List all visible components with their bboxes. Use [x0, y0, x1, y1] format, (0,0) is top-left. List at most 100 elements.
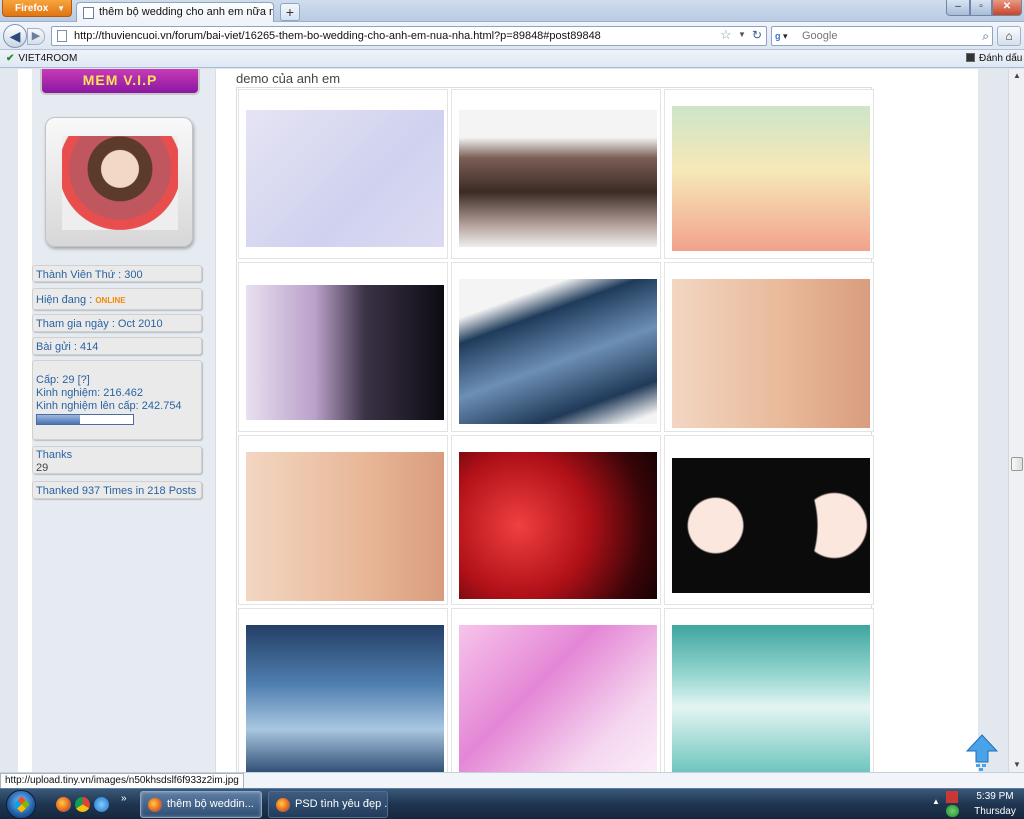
google-icon: g — [775, 31, 781, 41]
thanks-count: 29 — [36, 462, 49, 474]
online-badge: ONLINE — [95, 296, 126, 305]
taskbar-item-firefox-psd[interactable]: PSD tình yêu đẹp ... — [268, 791, 388, 818]
level-text[interactable]: Cấp: 29 [?] — [36, 374, 198, 387]
clock-time[interactable]: 5:39 PM — [970, 789, 1020, 804]
gallery-item-11[interactable] — [451, 608, 661, 772]
status-url: http://upload.tiny.vn/images/n50khsdslf6… — [0, 773, 244, 789]
start-button[interactable] — [6, 790, 36, 819]
thanked-summary: Thanked 937 Times in 218 Posts — [32, 481, 202, 499]
gallery-item-12[interactable] — [664, 608, 874, 772]
bookmarks-menu[interactable]: Đánh dấu — [966, 50, 1022, 68]
thanks-box: Thanks 29 — [32, 446, 202, 474]
reload-button[interactable]: ↻ — [749, 27, 765, 43]
search-box[interactable]: g ▾ ⌕ — [771, 26, 993, 46]
wedding-template-thumbnail[interactable] — [246, 452, 444, 601]
new-tab-button[interactable]: + — [280, 3, 300, 21]
action-center-icon[interactable] — [946, 791, 958, 803]
gallery-item-1[interactable] — [238, 89, 448, 259]
search-input[interactable] — [802, 28, 972, 44]
bookmarks-icon — [966, 53, 975, 62]
wedding-template-thumbnail[interactable] — [459, 452, 657, 599]
wedding-template-thumbnail[interactable] — [672, 625, 870, 772]
close-button[interactable]: ✕ — [992, 0, 1022, 16]
taskbar-item-label: thêm bộ weddin... — [167, 798, 254, 810]
gallery-item-5[interactable] — [451, 262, 661, 432]
back-button[interactable]: ◀ — [3, 24, 27, 48]
experience-progress-fill — [37, 415, 81, 424]
minimize-button[interactable]: – — [946, 0, 970, 16]
page-viewport: MEM V.I.P Thành Viên Thứ : 300 Hiện đang… — [0, 69, 1008, 772]
status-label: Hiện đang : — [36, 294, 96, 306]
vertical-scrollbar[interactable]: ▲ ▼ — [1008, 69, 1024, 772]
tab-active[interactable]: thêm bộ wedding cho anh em nữa nha — [76, 2, 274, 22]
scrollbar-thumb[interactable] — [1011, 457, 1023, 471]
vip-badge: MEM V.I.P — [40, 69, 200, 95]
experience-progress-bar — [36, 414, 134, 425]
page-icon — [57, 30, 67, 42]
bookmark-viet4room[interactable]: ✔ VIET4ROOM — [6, 50, 77, 68]
avatar[interactable] — [62, 136, 178, 230]
post-title: demo của anh em — [236, 71, 341, 86]
bookmarks-bar: ✔ VIET4ROOM Đánh dấu — [0, 50, 1024, 68]
wedding-template-thumbnail[interactable] — [459, 625, 657, 772]
search-engine-selector[interactable]: g ▾ — [775, 30, 797, 43]
arrow-right-icon: ▶ — [31, 30, 41, 42]
taskbar-item-firefox-forum[interactable]: thêm bộ weddin... — [140, 791, 262, 818]
wedding-template-thumbnail[interactable] — [672, 279, 870, 428]
forward-button[interactable]: ▶ — [27, 28, 45, 45]
wedding-template-thumbnail[interactable] — [246, 285, 444, 420]
url-bar[interactable]: http://thuviencuoi.vn/forum/bai-viet/162… — [51, 26, 767, 46]
gallery-item-3[interactable] — [664, 89, 874, 259]
wedding-template-thumbnail[interactable] — [246, 110, 444, 247]
gallery-item-2[interactable] — [451, 89, 661, 259]
quick-launch-more-icon[interactable]: » — [121, 793, 127, 804]
windows-logo-icon — [13, 796, 30, 813]
wedding-template-thumbnail[interactable] — [672, 458, 870, 593]
arrow-left-icon: ◀ — [9, 28, 21, 44]
firefox-icon — [148, 798, 162, 812]
chevron-down-icon[interactable]: ▼ — [738, 30, 746, 39]
home-button[interactable]: ⌂ — [997, 26, 1021, 46]
next-level-text: Kinh nghiệm lên cấp: 242.754 — [36, 400, 182, 412]
join-date: Tham gia ngày : Oct 2010 — [32, 314, 202, 332]
back-to-top-icon[interactable] — [966, 734, 998, 774]
clock-day[interactable]: Thursday — [970, 804, 1020, 819]
taskbar: » thêm bộ weddin... PSD tình yêu đẹp ...… — [0, 788, 1024, 819]
page-icon — [83, 7, 94, 19]
gallery-item-7[interactable] — [238, 435, 448, 605]
maximize-button[interactable]: ▫ — [970, 0, 992, 16]
experience-text: Kinh nghiệm: 216.462 — [36, 387, 144, 399]
checkmark-icon: ✔ — [6, 53, 15, 64]
wedding-template-thumbnail[interactable] — [459, 110, 657, 247]
scroll-down-icon[interactable]: ▼ — [1009, 758, 1024, 772]
chrome-icon[interactable] — [75, 797, 90, 812]
gallery-item-10[interactable] — [238, 608, 448, 772]
bookmark-star-icon[interactable]: ☆ — [720, 27, 732, 43]
network-icon[interactable] — [946, 805, 959, 817]
firefox-menu-button[interactable]: Firefox ▼ — [2, 0, 72, 17]
wedding-template-thumbnail[interactable] — [672, 106, 870, 251]
gallery-item-9[interactable] — [664, 435, 874, 605]
url-text: http://thuviencuoi.vn/forum/bai-viet/162… — [74, 30, 601, 42]
internet-explorer-icon[interactable] — [94, 797, 109, 812]
wedding-template-thumbnail[interactable] — [246, 625, 444, 772]
wedding-template-thumbnail[interactable] — [459, 279, 657, 424]
post-content: demo của anh em — [236, 69, 976, 772]
firefox-icon[interactable] — [56, 797, 71, 812]
home-icon: ⌂ — [1005, 29, 1013, 43]
gallery-item-8[interactable] — [451, 435, 661, 605]
firefox-menu-label: Firefox — [15, 3, 49, 14]
show-hidden-icons[interactable]: ▲ — [932, 797, 940, 806]
taskbar-item-label: PSD tình yêu đẹp ... — [295, 798, 388, 810]
member-number: Thành Viên Thứ : 300 — [32, 265, 202, 282]
scroll-up-icon[interactable]: ▲ — [1009, 69, 1024, 83]
gallery-item-4[interactable] — [238, 262, 448, 432]
gallery-item-6[interactable] — [664, 262, 874, 432]
thanks-label: Thanks — [36, 449, 73, 461]
level-box: Cấp: 29 [?] Kinh nghiệm: 216.462 Kinh ng… — [32, 360, 202, 440]
search-icon[interactable]: ⌕ — [982, 29, 989, 44]
online-status: Hiện đang : ONLINE — [32, 288, 202, 310]
post-count[interactable]: Bài gửi : 414 — [32, 337, 202, 355]
avatar-frame — [45, 117, 193, 247]
bookmark-label: VIET4ROOM — [18, 53, 78, 64]
